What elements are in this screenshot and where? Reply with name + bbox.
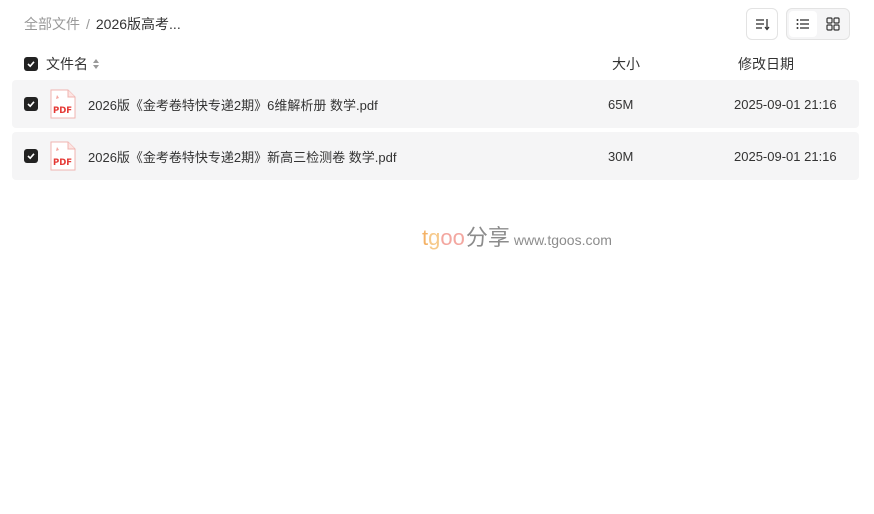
sort-button[interactable]: [746, 8, 778, 40]
list-view-icon: [795, 16, 811, 32]
file-name[interactable]: 2026版《金考卷特快专递2期》6维解析册 数学.pdf: [88, 95, 378, 114]
check-icon: [26, 59, 36, 69]
grid-view-button[interactable]: [819, 11, 847, 37]
name-column-header[interactable]: 文件名: [46, 54, 100, 74]
file-table-header: 文件名 大小 修改日期: [12, 52, 859, 76]
file-modified-date: 2025-09-01 21:16: [734, 96, 837, 112]
pdf-file-icon: PDF: [50, 89, 76, 119]
row-checkbox[interactable]: [24, 149, 38, 163]
check-icon: [26, 151, 36, 161]
sort-arrows-icon: [92, 58, 100, 70]
select-all-checkbox[interactable]: [24, 57, 38, 71]
watermark-share-text: 分享: [465, 225, 510, 250]
file-modified-date: 2025-09-01 21:16: [734, 148, 837, 164]
svg-text:PDF: PDF: [53, 106, 72, 116]
grid-view-icon: [825, 16, 841, 32]
view-toolbar: [746, 8, 850, 40]
watermark-logo: t g oo 分享 www.tgoos.com: [422, 220, 612, 252]
watermark-letter-g: g: [428, 225, 441, 250]
watermark-url: www.tgoos.com: [513, 232, 612, 248]
file-size: 65M: [608, 96, 634, 112]
pdf-file-icon: PDF: [50, 141, 76, 171]
breadcrumb-current: 2026版高考...: [95, 16, 181, 32]
watermark-letters-oo: oo: [440, 225, 465, 250]
name-column-label: 文件名: [46, 56, 88, 72]
file-row[interactable]: PDF 2026版《金考卷特快专递2期》新高三检测卷 数学.pdf 30M 20…: [12, 132, 859, 180]
list-view-button[interactable]: [789, 11, 817, 37]
row-checkbox[interactable]: [24, 97, 38, 111]
size-column-header[interactable]: 大小: [612, 54, 640, 74]
file-size: 30M: [608, 148, 634, 164]
file-name[interactable]: 2026版《金考卷特快专递2期》新高三检测卷 数学.pdf: [88, 147, 396, 166]
svg-text:PDF: PDF: [53, 158, 72, 168]
check-icon: [26, 99, 36, 109]
breadcrumb: 全部文件 / 2026版高考...: [24, 14, 181, 34]
sort-icon: [754, 16, 770, 32]
date-column-header[interactable]: 修改日期: [738, 54, 794, 74]
file-row[interactable]: PDF 2026版《金考卷特快专递2期》6维解析册 数学.pdf 65M 202…: [12, 80, 859, 128]
breadcrumb-separator: /: [86, 16, 90, 32]
view-mode-toggle: [786, 8, 850, 40]
breadcrumb-root-link[interactable]: 全部文件: [24, 14, 80, 34]
